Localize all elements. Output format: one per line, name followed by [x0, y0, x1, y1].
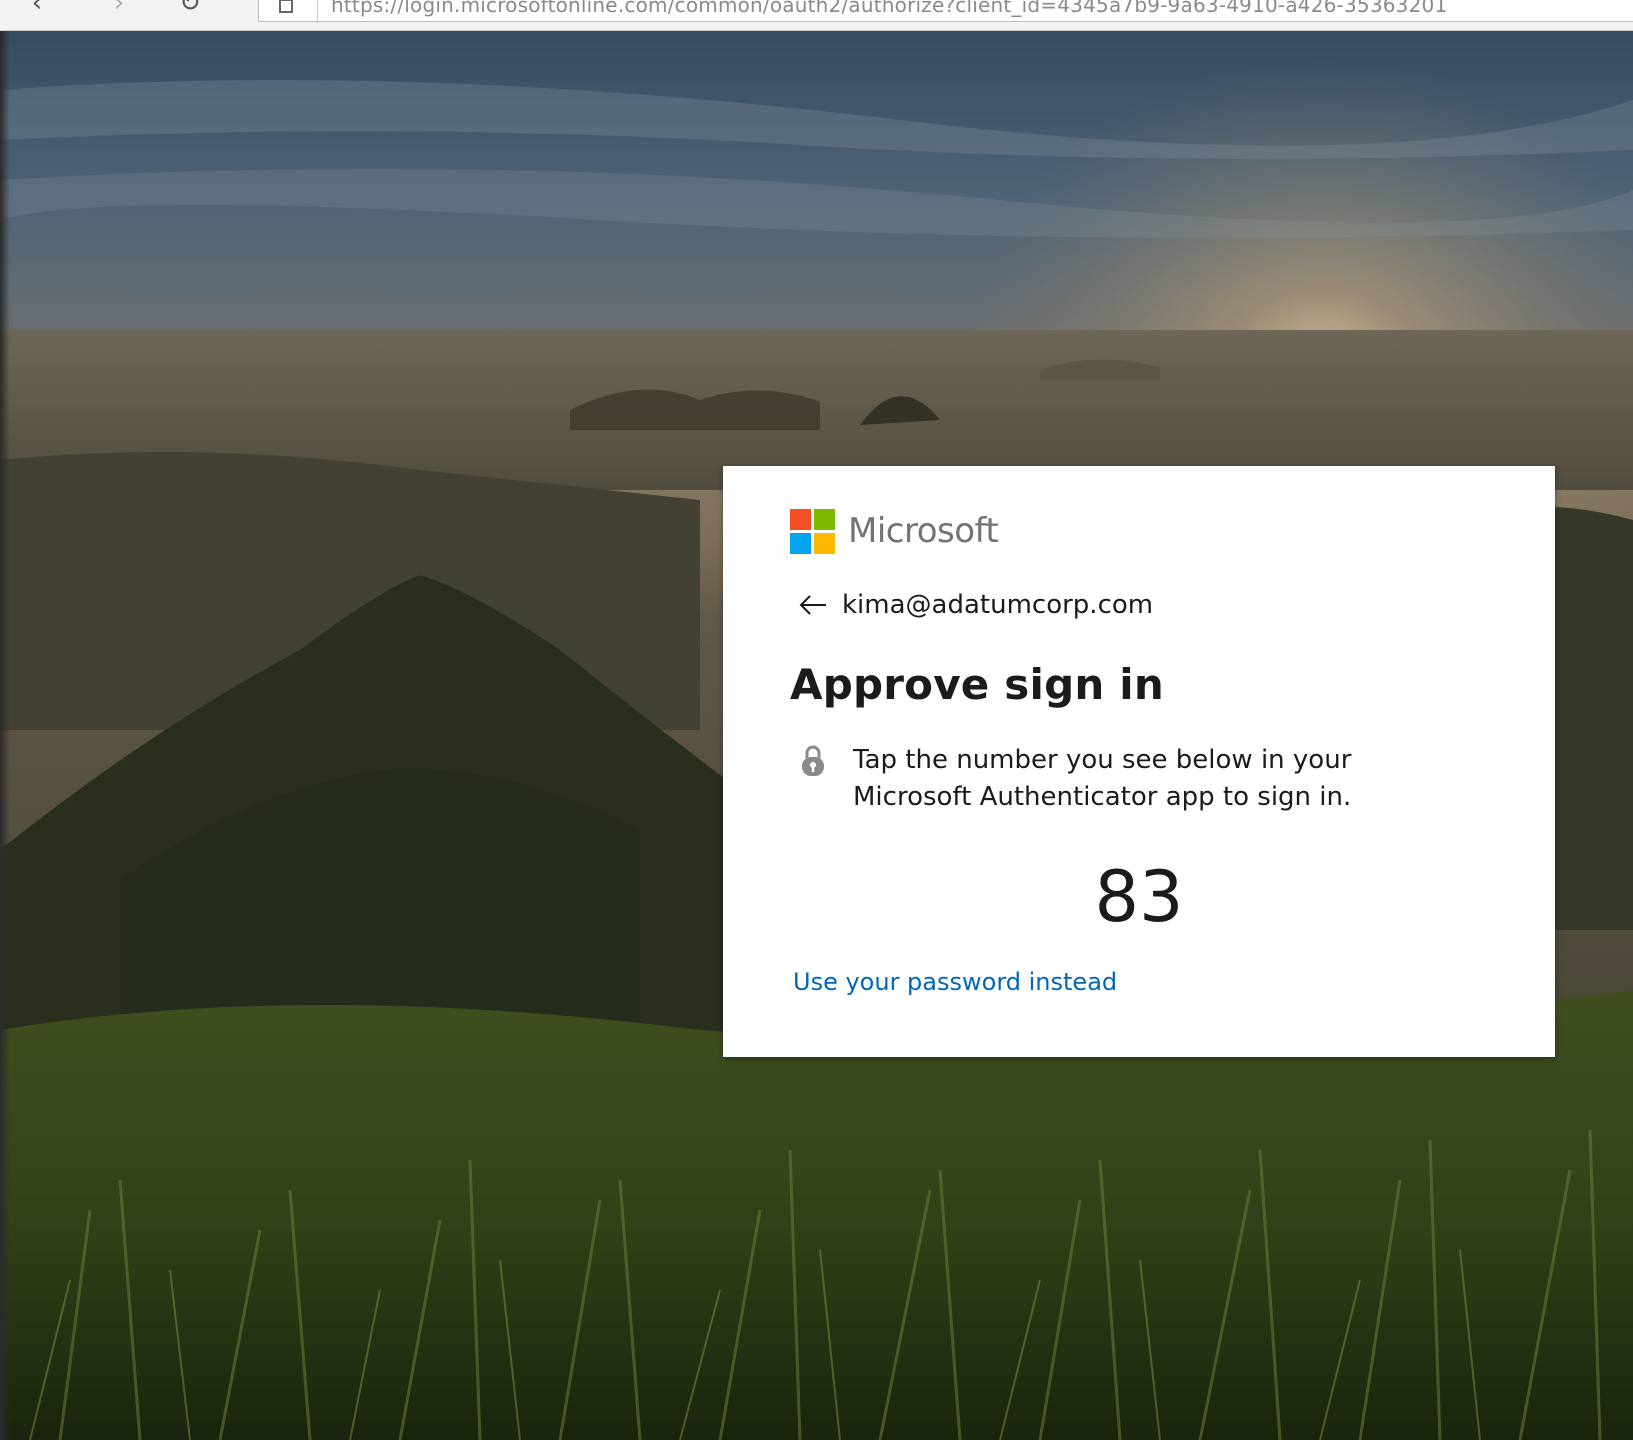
- screen: ‹ › ↻ https://login.microsoftonline.com/…: [0, 0, 1633, 1440]
- browser-back-icon[interactable]: ‹: [22, 0, 52, 18]
- browser-refresh-icon[interactable]: ↻: [175, 0, 205, 18]
- logo-square-yellow: [814, 532, 835, 554]
- logo-square-green: [814, 508, 835, 530]
- page-info-icon[interactable]: [279, 0, 293, 13]
- lock-icon: [802, 745, 824, 776]
- brand-header: Microsoft: [790, 508, 999, 554]
- instruction-text: Tap the number you see below in your Mic…: [853, 745, 1352, 812]
- microsoft-logo-icon: [790, 508, 835, 554]
- logo-square-blue: [790, 532, 811, 554]
- brand-name: Microsoft: [848, 511, 999, 551]
- window-edge: [0, 30, 10, 1440]
- page-title: Approve sign in: [790, 660, 1164, 709]
- instruction-row: Tap the number you see below in your Mic…: [799, 742, 1499, 816]
- signin-card: Microsoft kima@adatumcorp.com Approve si…: [723, 466, 1555, 1057]
- browser-toolbar: ‹ › ↻ https://login.microsoftonline.com/…: [0, 0, 1633, 31]
- identity-banner[interactable]: kima@adatumcorp.com: [798, 590, 1153, 620]
- address-bar[interactable]: https://login.microsoftonline.com/common…: [258, 0, 1633, 23]
- identity-email: kima@adatumcorp.com: [842, 590, 1154, 620]
- back-arrow-icon[interactable]: [798, 593, 828, 617]
- address-divider: [317, 0, 318, 23]
- logo-square-red: [790, 508, 811, 530]
- match-number: 83: [1094, 856, 1184, 938]
- address-url[interactable]: https://login.microsoftonline.com/common…: [331, 0, 1447, 17]
- browser-forward-icon[interactable]: ›: [104, 0, 134, 18]
- use-password-link[interactable]: Use your password instead: [793, 968, 1117, 996]
